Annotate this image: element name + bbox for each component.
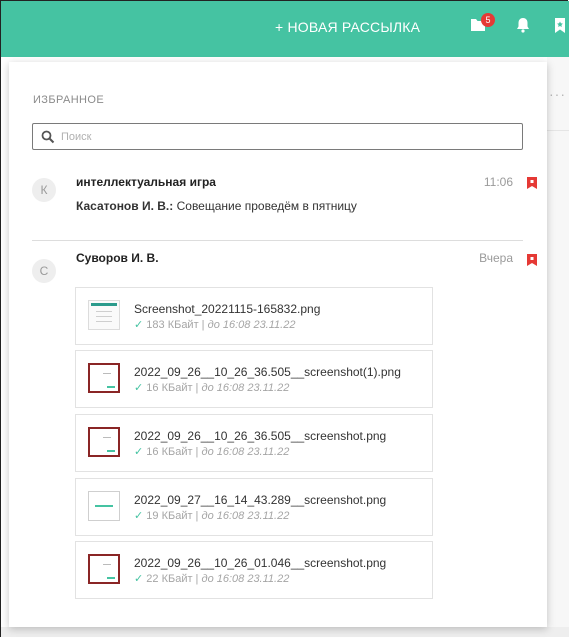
bookmark-icon[interactable]	[527, 254, 537, 266]
attachment-item[interactable]: 2022_09_27__16_14_43.289__screenshot.png…	[75, 478, 433, 536]
meta-separator: |	[198, 319, 208, 331]
more-icon[interactable]: ···	[549, 86, 566, 102]
file-expiry: до 16:08 23.11.22	[201, 510, 290, 522]
search-icon	[41, 130, 55, 143]
file-expiry: до 16:08 23.11.22	[201, 446, 290, 458]
top-bar: + НОВАЯ РАССЫЛКА 5	[1, 1, 569, 57]
check-icon: ✓	[134, 446, 144, 458]
attachment-item[interactable]: 2022_09_26__10_26_01.046__screenshot.png…	[75, 541, 433, 599]
file-thumbnail	[88, 491, 120, 521]
conversation-time: Вчера	[479, 251, 513, 265]
new-mailing-button[interactable]: + НОВАЯ РАССЫЛКА	[275, 19, 420, 35]
avatar: С	[32, 259, 56, 283]
file-meta: ✓ 183 КБайт | до 16:08 23.11.22	[134, 318, 295, 331]
file-size: 19 КБайт	[146, 510, 193, 522]
search-box[interactable]	[32, 123, 523, 150]
file-name: Screenshot_20221115-165832.png	[134, 302, 321, 316]
file-thumbnail	[88, 554, 120, 584]
bookmark-icon[interactable]	[527, 177, 537, 189]
file-expiry: до 16:08 23.11.22	[201, 382, 290, 394]
file-size: 16 КБайт	[146, 382, 193, 394]
file-name: 2022_09_26__10_26_01.046__screenshot.png	[134, 556, 387, 570]
attachment-item[interactable]: 2022_09_26__10_26_36.505__screenshot.png…	[75, 414, 433, 472]
background-divider	[547, 130, 569, 131]
file-name: 2022_09_27__16_14_43.289__screenshot.png	[134, 493, 387, 507]
file-thumbnail	[88, 427, 120, 457]
conversation-time: 11:06	[483, 175, 513, 189]
background-page	[547, 57, 569, 637]
file-meta: ✓ 16 КБайт | до 16:08 23.11.22	[134, 445, 289, 458]
divider	[32, 240, 523, 241]
panel-title: ИЗБРАННОЕ	[33, 94, 105, 106]
file-thumbnail	[88, 300, 120, 330]
file-meta: ✓ 22 КБайт | до 16:08 23.11.22	[134, 572, 289, 585]
file-expiry: до 16:08 23.11.22	[201, 573, 290, 585]
file-meta: ✓ 19 КБайт | до 16:08 23.11.22	[134, 509, 289, 522]
messages-badge: 5	[481, 13, 495, 27]
file-meta: ✓ 16 КБайт | до 16:08 23.11.22	[134, 381, 289, 394]
check-icon: ✓	[134, 382, 144, 394]
preview-text: Совещание проведём в пятницу	[173, 199, 357, 213]
search-input[interactable]	[61, 130, 501, 143]
conversation-title: Суворов И. В.	[76, 251, 159, 265]
message-preview: Касатонов И. В.: Совещание проведём в пя…	[76, 199, 357, 213]
file-size: 22 КБайт	[146, 573, 193, 585]
attachment-item[interactable]: Screenshot_20221115-165832.png ✓ 183 КБа…	[75, 287, 433, 345]
bookmark-icon[interactable]	[550, 15, 570, 35]
check-icon: ✓	[134, 510, 144, 522]
favorites-panel: ИЗБРАННОЕ К интеллектуальная игра 11:06 …	[9, 62, 547, 627]
file-size: 183 КБайт	[146, 319, 199, 331]
avatar: К	[32, 178, 56, 202]
background-footer	[1, 627, 569, 637]
check-icon: ✓	[134, 319, 144, 331]
file-thumbnail	[88, 363, 120, 393]
file-size: 16 КБайт	[146, 446, 193, 458]
file-name: 2022_09_26__10_26_36.505__screenshot.png	[134, 429, 387, 443]
preview-author: Касатонов И. В.:	[76, 199, 174, 213]
attachment-item[interactable]: 2022_09_26__10_26_36.505__screenshot(1).…	[75, 350, 433, 408]
file-name: 2022_09_26__10_26_36.505__screenshot(1).…	[134, 365, 401, 379]
bell-icon[interactable]	[513, 15, 533, 35]
conversation-title: интеллектуальная игра	[76, 175, 216, 189]
check-icon: ✓	[134, 573, 144, 585]
file-expiry: до 16:08 23.11.22	[207, 319, 296, 331]
